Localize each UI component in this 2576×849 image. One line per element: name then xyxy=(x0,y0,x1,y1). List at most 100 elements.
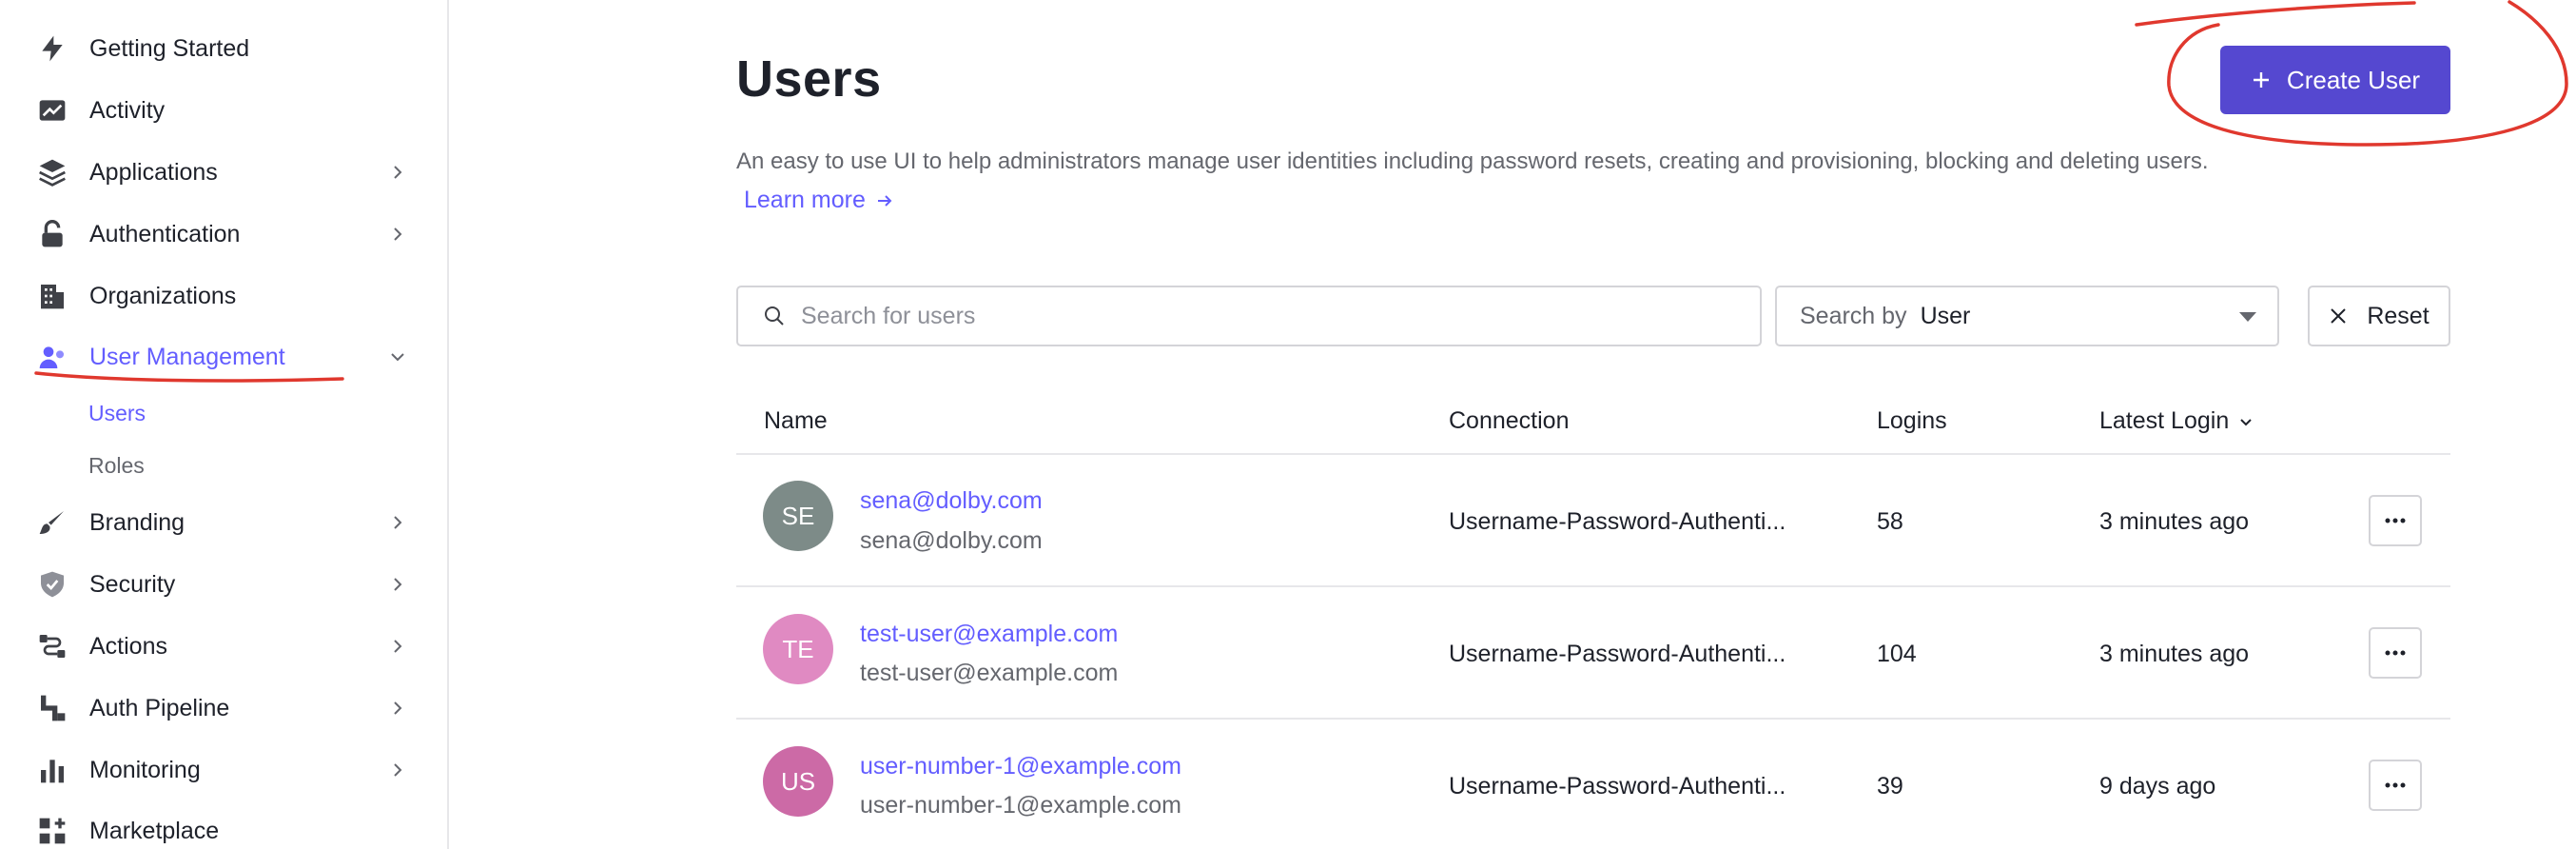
sort-chevron-down-icon xyxy=(2240,418,2252,425)
building-icon xyxy=(36,280,68,312)
users-icon xyxy=(36,341,68,373)
column-header-name[interactable]: Name xyxy=(764,407,828,435)
sidebar-item-security[interactable]: Security xyxy=(36,563,407,606)
activity-chart-icon xyxy=(36,94,68,127)
ellipsis-icon xyxy=(2385,782,2406,788)
bar-chart-icon xyxy=(36,754,68,786)
row-actions-button[interactable] xyxy=(2369,495,2422,546)
column-header-label: Latest Login xyxy=(2099,407,2230,434)
lightning-icon xyxy=(36,32,68,65)
sidebar-item-label: Organizations xyxy=(89,282,237,309)
chevron-right-icon xyxy=(388,513,407,532)
sidebar-item-getting-started[interactable]: Getting Started xyxy=(36,27,407,70)
connection-cell: Username-Password-Authenti... xyxy=(1449,508,1786,535)
column-header-label: Logins xyxy=(1877,407,1947,434)
search-input[interactable] xyxy=(801,302,1714,330)
plus-icon xyxy=(2253,72,2269,88)
learn-more-label: Learn more xyxy=(744,187,866,213)
sidebar-item-label: Actions xyxy=(89,632,167,660)
sidebar-subitem-users[interactable]: Users xyxy=(88,401,146,426)
user-email-link[interactable]: test-user@example.com xyxy=(860,621,1118,648)
reset-label: Reset xyxy=(2367,302,2430,329)
close-icon xyxy=(2331,308,2347,324)
sidebar-item-organizations[interactable]: Organizations xyxy=(36,274,407,318)
sidebar-item-label: Marketplace xyxy=(89,817,220,844)
search-by-select[interactable]: Search by User xyxy=(1775,286,2279,346)
sidebar-item-actions[interactable]: Actions xyxy=(36,624,407,668)
create-user-button[interactable]: Create User xyxy=(2220,46,2450,114)
lock-icon xyxy=(36,218,68,250)
user-email-secondary: user-number-1@example.com xyxy=(860,792,1182,819)
avatar: US xyxy=(763,746,833,817)
connection-cell: Username-Password-Authenti... xyxy=(1449,773,1786,800)
user-email-secondary: sena@dolby.com xyxy=(860,527,1043,554)
chevron-right-icon xyxy=(388,760,407,780)
logins-cell: 58 xyxy=(1877,508,1903,535)
divider xyxy=(736,585,2450,587)
search-by-label: Search by xyxy=(1800,302,1907,329)
page-description: An easy to use UI to help administrators… xyxy=(736,148,2209,174)
column-header-logins[interactable]: Logins xyxy=(1877,407,1947,435)
sidebar-item-authentication[interactable]: Authentication xyxy=(36,212,407,256)
search-container xyxy=(736,286,1762,346)
sidebar-item-monitoring[interactable]: Monitoring xyxy=(36,748,407,792)
sidebar-item-label: Getting Started xyxy=(89,34,250,62)
column-header-connection[interactable]: Connection xyxy=(1449,407,1569,435)
chevron-down-icon xyxy=(388,347,407,366)
layers-icon xyxy=(36,156,68,188)
connection-cell: Username-Password-Authenti... xyxy=(1449,641,1786,667)
divider xyxy=(736,453,2450,455)
sidebar-item-activity[interactable]: Activity xyxy=(36,89,407,132)
caret-down-icon xyxy=(2239,312,2256,322)
grid-plus-icon xyxy=(36,815,68,847)
divider xyxy=(736,718,2450,720)
user-email-link[interactable]: user-number-1@example.com xyxy=(860,753,1181,780)
sidebar-item-label: Monitoring xyxy=(89,756,201,783)
avatar: SE xyxy=(763,481,833,551)
search-by-value: User xyxy=(1920,302,1971,329)
row-actions-button[interactable] xyxy=(2369,627,2422,679)
logins-cell: 39 xyxy=(1877,773,1903,800)
pipeline-icon xyxy=(36,692,68,724)
page-title: Users xyxy=(736,50,882,108)
arrow-right-icon xyxy=(877,194,892,207)
logins-cell: 104 xyxy=(1877,641,1917,667)
chevron-right-icon xyxy=(388,575,407,594)
sidebar-subitem-roles[interactable]: Roles xyxy=(88,453,145,479)
chevron-right-icon xyxy=(388,225,407,244)
column-header-label: Connection xyxy=(1449,407,1570,434)
sidebar: Getting Started Activity Applications Au… xyxy=(0,0,449,849)
flow-icon xyxy=(36,630,68,662)
chevron-right-icon xyxy=(388,163,407,182)
sidebar-item-label: Activity xyxy=(89,96,166,124)
search-icon xyxy=(765,306,784,326)
column-header-label: Name xyxy=(764,407,828,434)
sidebar-item-label: Branding xyxy=(89,508,185,536)
latest-login-cell: 3 minutes ago xyxy=(2099,641,2250,667)
sidebar-item-user-management[interactable]: User Management xyxy=(36,335,407,379)
sidebar-item-label: User Management xyxy=(89,343,285,370)
user-email-link[interactable]: sena@dolby.com xyxy=(860,487,1043,515)
chevron-right-icon xyxy=(388,637,407,656)
reset-button[interactable]: Reset xyxy=(2308,286,2450,346)
sidebar-item-marketplace[interactable]: Marketplace xyxy=(36,809,407,849)
sidebar-item-auth-pipeline[interactable]: Auth Pipeline xyxy=(36,686,407,730)
chevron-right-icon xyxy=(388,699,407,718)
sidebar-item-label: Authentication xyxy=(89,220,241,247)
sidebar-item-label: Applications xyxy=(89,158,218,186)
shield-icon xyxy=(36,568,68,601)
sidebar-item-label: Auth Pipeline xyxy=(89,694,230,721)
create-user-label: Create User xyxy=(2286,65,2421,94)
avatar: TE xyxy=(763,614,833,684)
column-header-latest-login[interactable]: Latest Login xyxy=(2099,407,2254,435)
user-email-secondary: test-user@example.com xyxy=(860,660,1119,686)
learn-more-link[interactable]: Learn more xyxy=(744,187,894,214)
row-actions-button[interactable] xyxy=(2369,760,2422,811)
brush-icon xyxy=(36,506,68,539)
sidebar-item-applications[interactable]: Applications xyxy=(36,150,407,194)
ellipsis-icon xyxy=(2385,650,2406,656)
latest-login-cell: 9 days ago xyxy=(2099,773,2216,800)
ellipsis-icon xyxy=(2385,518,2406,523)
sidebar-item-branding[interactable]: Branding xyxy=(36,501,407,544)
latest-login-cell: 3 minutes ago xyxy=(2099,508,2250,535)
